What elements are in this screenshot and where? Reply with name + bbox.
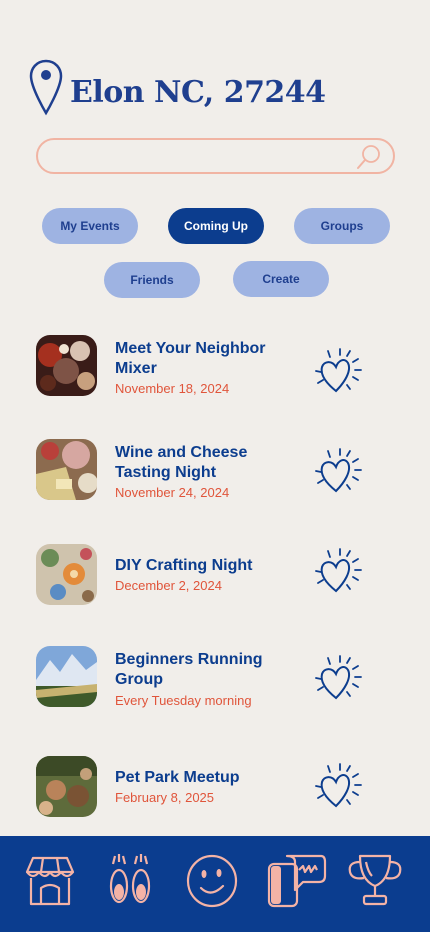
search-icon[interactable] — [355, 143, 383, 171]
event-image — [36, 335, 97, 396]
location-title: Elon NC, 27244 — [70, 74, 326, 110]
location-header: Elon NC, 27244 — [28, 58, 326, 116]
filter-create[interactable]: Create — [233, 261, 329, 297]
filter-label: Create — [262, 272, 300, 286]
event-title: DIY Crafting Night — [115, 557, 253, 574]
event-title: Wine and Cheese Tasting Night — [115, 444, 248, 481]
smiley-face-icon[interactable] — [181, 850, 243, 912]
heart-like-icon[interactable] — [314, 650, 366, 702]
event-date: November 24, 2024 — [115, 485, 230, 500]
heart-like-icon[interactable] — [314, 443, 366, 495]
search-input[interactable] — [52, 145, 352, 167]
event-title: Meet Your Neighbor Mixer — [115, 340, 266, 377]
bottom-nav — [0, 836, 430, 932]
storefront-icon[interactable] — [19, 850, 81, 912]
event-image — [36, 756, 97, 817]
filter-label: Groups — [320, 219, 364, 233]
filter-my-events[interactable]: My Events — [42, 208, 138, 244]
event-title: Beginners Running Group — [115, 651, 263, 688]
filter-label: Coming Up — [184, 219, 248, 233]
trophy-icon[interactable] — [344, 850, 406, 912]
heart-like-icon[interactable] — [314, 543, 366, 595]
event-item[interactable]: Pet Park Meetup February 8, 2025 — [36, 756, 376, 818]
event-item[interactable]: Wine and Cheese Tasting Night November 2… — [36, 439, 376, 501]
map-pin-icon — [29, 59, 63, 116]
footprints-icon[interactable] — [99, 850, 161, 912]
filter-label: My Events — [60, 219, 120, 233]
event-date: November 18, 2024 — [115, 381, 230, 396]
filter-label: Friends — [130, 273, 174, 287]
heart-like-icon[interactable] — [314, 758, 366, 810]
event-date: Every Tuesday morning — [115, 693, 252, 708]
event-item[interactable]: DIY Crafting Night December 2, 2024 — [36, 544, 376, 606]
event-item[interactable]: Meet Your Neighbor Mixer November 18, 20… — [36, 335, 376, 397]
phone-chat-icon[interactable] — [265, 850, 327, 912]
search-bar[interactable] — [36, 138, 395, 174]
event-image — [36, 544, 97, 605]
filter-coming-up[interactable]: Coming Up — [168, 208, 264, 244]
heart-like-icon[interactable] — [314, 343, 366, 395]
event-image — [36, 439, 97, 500]
filter-friends[interactable]: Friends — [104, 262, 200, 298]
event-date: February 8, 2025 — [115, 790, 215, 805]
event-item[interactable]: Beginners Running Group Every Tuesday mo… — [36, 646, 376, 708]
event-date: December 2, 2024 — [115, 578, 222, 593]
filter-groups[interactable]: Groups — [294, 208, 390, 244]
event-title: Pet Park Meetup — [115, 769, 240, 786]
event-image — [36, 646, 97, 707]
